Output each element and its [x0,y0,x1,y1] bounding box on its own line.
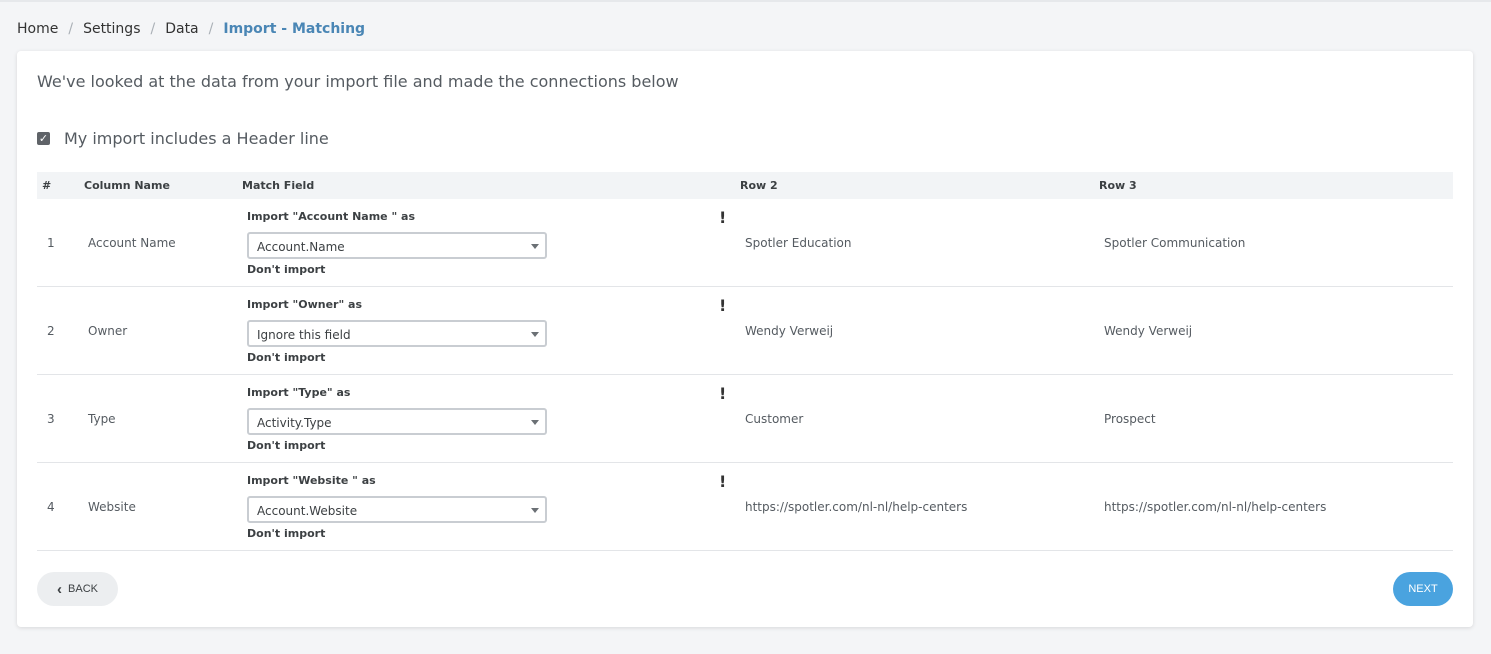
warning-icon: ! [719,208,727,227]
match-field-value: Account.Website [257,504,358,518]
dont-import-link[interactable]: Don't import [247,351,325,364]
warning-icon: ! [719,472,727,491]
row2-value: Customer [745,412,804,426]
intro-text: We've looked at the data from your impor… [37,72,679,91]
header-line-label: My import includes a Header line [64,129,329,148]
column-name: Owner [88,324,128,338]
match-label: Import "Account Name " as [247,210,416,223]
back-button[interactable]: ‹ BACK [37,572,118,606]
header-row2: Row 2 [740,179,778,192]
match-field-value: Activity.Type [257,416,332,430]
row2-value: https://spotler.com/nl-nl/help-centers [745,500,968,514]
dont-import-link[interactable]: Don't import [247,263,325,276]
chevron-down-icon [531,244,539,249]
header-row3: Row 3 [1099,179,1137,192]
row3-value: Spotler Communication [1104,236,1246,250]
column-name: Type [88,412,116,426]
dont-import-link[interactable]: Don't import [247,527,325,540]
table-header: # Column Name Match Field Row 2 Row 3 [37,172,1453,199]
row3-value: Wendy Verweij [1104,324,1193,338]
match-field-select[interactable]: Account.Website [247,496,547,523]
breadcrumb-current: Import - Matching [223,21,366,37]
breadcrumb-settings[interactable]: Settings [83,21,140,37]
breadcrumb: Home / Settings / Data / Import - Matchi… [17,19,365,39]
header-line-option[interactable]: ✓ My import includes a Header line [37,129,329,148]
row3-value: https://spotler.com/nl-nl/help-centers [1104,500,1327,514]
table-row: 1 Account Name Import "Account Name " as… [37,199,1453,287]
warning-icon: ! [719,384,727,403]
header-num: # [42,179,52,192]
column-name: Account Name [88,236,176,250]
table-row: 3 Type Import "Type" as Activity.Type Do… [37,375,1453,463]
next-button[interactable]: NEXT [1393,572,1453,606]
column-name: Website [88,500,136,514]
table-row: 2 Owner Import "Owner" as Ignore this fi… [37,287,1453,375]
chevron-down-icon [531,508,539,513]
table-row: 4 Website Import "Website " as Account.W… [37,463,1453,551]
match-field-value: Ignore this field [257,328,351,342]
row-number: 1 [47,236,55,250]
chevron-down-icon [531,420,539,425]
breadcrumb-separator: / [150,21,156,37]
row3-value: Prospect [1104,412,1156,426]
match-field-value: Account.Name [257,240,345,254]
chevron-left-icon: ‹ [57,580,63,598]
top-divider [0,0,1491,2]
row-number: 4 [47,500,55,514]
back-button-label: BACK [68,583,98,595]
match-label: Import "Website " as [247,474,376,487]
row2-value: Wendy Verweij [745,324,834,338]
match-label: Import "Owner" as [247,298,362,311]
dont-import-link[interactable]: Don't import [247,439,325,452]
matching-table: # Column Name Match Field Row 2 Row 3 1 … [37,172,1453,551]
header-column-name: Column Name [84,179,170,192]
row2-value: Spotler Education [745,236,852,250]
row-number: 3 [47,412,55,426]
breadcrumb-data[interactable]: Data [165,21,198,37]
breadcrumb-separator: / [68,21,74,37]
match-field-select[interactable]: Account.Name [247,232,547,259]
breadcrumb-home[interactable]: Home [17,21,58,37]
match-field-select[interactable]: Activity.Type [247,408,547,435]
header-match-field: Match Field [242,179,315,192]
import-matching-card: We've looked at the data from your impor… [17,51,1473,627]
warning-icon: ! [719,296,727,315]
match-field-select[interactable]: Ignore this field [247,320,547,347]
chevron-down-icon [531,332,539,337]
match-label: Import "Type" as [247,386,351,399]
row-number: 2 [47,324,55,338]
breadcrumb-separator: / [208,21,214,37]
header-line-checkbox[interactable]: ✓ [37,132,50,145]
